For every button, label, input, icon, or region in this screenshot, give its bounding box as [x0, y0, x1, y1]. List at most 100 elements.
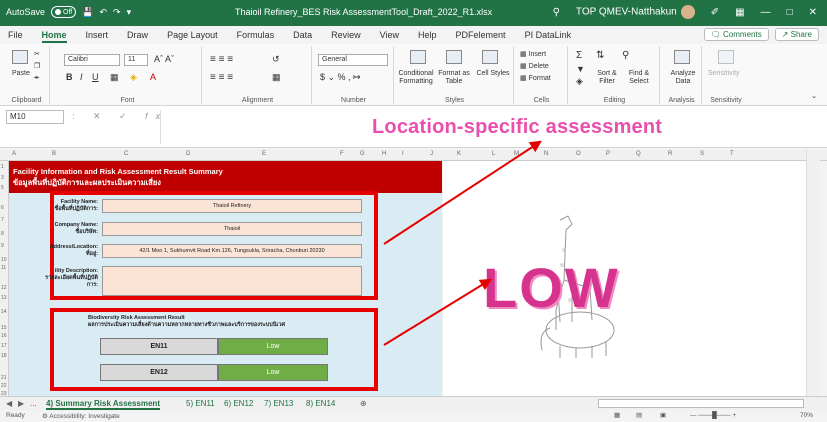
page-layout-icon[interactable]: ▤ [636, 411, 642, 419]
autosave-toggle[interactable]: Off [51, 6, 77, 18]
cell-styles-button[interactable]: Cell Styles [476, 70, 510, 78]
tab-home[interactable]: Home [41, 30, 67, 43]
copy-icon[interactable]: ❐ [34, 62, 40, 70]
tab-help[interactable]: Help [418, 30, 437, 43]
delete-cells-button[interactable]: ▦ Delete [520, 62, 549, 70]
column-header[interactable]: O [576, 151, 581, 157]
tab-page-layout[interactable]: Page Layout [167, 30, 218, 43]
paste-button[interactable]: Paste [12, 70, 30, 77]
conditional-formatting-button[interactable]: Conditional Formatting [398, 70, 434, 86]
sensitivity-button[interactable]: Sensitivity [708, 70, 740, 77]
close-icon[interactable]: ✕ [809, 7, 817, 18]
clear-icon[interactable]: ◈ [576, 76, 583, 87]
row-header[interactable]: 17 [1, 343, 7, 349]
tab-formulas[interactable]: Formulas [237, 30, 275, 43]
sheet-tab[interactable]: 4) Summary Risk Assessment [46, 399, 160, 410]
company-name-value[interactable]: Thaioil [102, 222, 362, 236]
prev-sheet-icon[interactable]: ◀ [6, 399, 12, 408]
row-header[interactable]: 16 [1, 333, 7, 339]
font-color-icon[interactable]: A [150, 72, 156, 82]
share-button[interactable]: ↗ Share [774, 28, 819, 41]
customize-icon[interactable]: ▾ [127, 7, 132, 18]
conditional-formatting-icon[interactable] [410, 50, 426, 64]
column-header[interactable]: Q [636, 151, 641, 157]
formula-icons[interactable]: : ✕ ✓ fx [72, 111, 168, 122]
find-select-icon[interactable]: ⚲ [622, 50, 629, 61]
paste-icon[interactable] [12, 50, 28, 64]
next-sheet-icon[interactable]: ▶ [18, 399, 24, 408]
font-size-box[interactable]: 11 [124, 54, 148, 66]
column-header[interactable]: R [668, 151, 672, 157]
row-header[interactable]: 12 [1, 285, 7, 291]
sensitivity-icon[interactable] [718, 50, 734, 64]
merge-icon[interactable]: ▦ [272, 72, 281, 83]
row-header[interactable]: 18 [1, 353, 7, 359]
cut-icon[interactable]: ✂ [34, 50, 40, 58]
restore-icon[interactable]: □ [787, 7, 793, 18]
row-header[interactable]: 8 [1, 231, 4, 237]
row-header[interactable]: 13 [1, 295, 7, 301]
minimize-icon[interactable]: — [761, 7, 771, 18]
sheet-tab[interactable]: 7) EN13 [264, 399, 293, 408]
sheet-tab[interactable]: 5) EN11 [186, 399, 215, 408]
search-icon[interactable]: ⚲ [553, 7, 560, 18]
column-header[interactable]: D [186, 151, 190, 157]
comments-button[interactable]: 🗨 Comments [703, 28, 769, 41]
currency-icon[interactable]: $ ⌄ % , ↦ [320, 72, 361, 83]
row-header[interactable]: 22 [1, 383, 7, 389]
tab-draw[interactable]: Draw [127, 30, 148, 43]
analyze-data-icon[interactable] [674, 50, 690, 64]
collapse-ribbon-icon[interactable]: ⌄ [811, 92, 817, 100]
page-break-icon[interactable]: ▣ [660, 411, 666, 419]
column-header[interactable]: F [340, 151, 344, 157]
name-box[interactable]: M10 [6, 110, 64, 124]
row-header[interactable]: 6 [1, 205, 4, 211]
undo-icon[interactable]: ↶ [99, 7, 107, 18]
underline-icon[interactable]: U [92, 72, 99, 82]
format-as-table-button[interactable]: Format as Table [436, 70, 472, 86]
tab-pi-datalink[interactable]: PI DataLink [525, 30, 572, 43]
tab-review[interactable]: Review [331, 30, 361, 43]
column-header[interactable]: I [402, 151, 404, 157]
horizontal-scrollbar[interactable] [598, 399, 804, 408]
column-header[interactable]: G [360, 151, 365, 157]
address-value[interactable]: 42/1 Moo 1, Sukhumvit Road Km.126, Tungs… [102, 244, 362, 258]
sheet-tab[interactable]: 8) EN14 [306, 399, 335, 408]
autosum-icon[interactable]: Σ [576, 50, 582, 61]
wrap-text-icon[interactable]: ↺ [272, 54, 280, 65]
column-header[interactable]: J [430, 151, 433, 157]
analyze-data-button[interactable]: Analyze Data [666, 70, 700, 86]
ribbon-display-icon[interactable]: ▦ [735, 7, 744, 18]
row-header[interactable]: 14 [1, 309, 7, 315]
tab-file[interactable]: File [8, 30, 23, 43]
column-header[interactable]: E [262, 151, 266, 157]
format-table-icon[interactable] [446, 50, 462, 64]
number-format-box[interactable]: General [318, 54, 388, 66]
normal-view-icon[interactable]: ▦ [614, 411, 620, 419]
tab-insert[interactable]: Insert [86, 30, 109, 43]
column-header[interactable]: L [492, 151, 495, 157]
cell-styles-icon[interactable] [482, 50, 498, 64]
borders-icon[interactable]: ▦ [110, 72, 119, 83]
find-select-button[interactable]: Find & Select [622, 70, 656, 86]
italic-icon[interactable]: I [80, 72, 83, 82]
bold-icon[interactable]: B [66, 72, 73, 82]
sort-filter-icon[interactable]: ⇅ [596, 50, 604, 61]
row-header[interactable]: 21 [1, 375, 7, 381]
font-name-box[interactable]: Calibri [64, 54, 120, 66]
column-header[interactable]: K [457, 151, 461, 157]
column-header[interactable]: B [52, 151, 56, 157]
format-painter-icon[interactable]: ✒ [34, 74, 40, 82]
column-header[interactable]: H [382, 151, 386, 157]
tab-pdfelement[interactable]: PDFelement [456, 30, 506, 43]
align-top-icons[interactable]: ≡ ≡ ≡ [210, 54, 233, 65]
sheet-tab[interactable]: ... [30, 399, 37, 408]
row-header[interactable]: 9 [1, 243, 4, 249]
fill-icon[interactable]: ▼ [576, 64, 585, 74]
column-header[interactable]: M [514, 151, 519, 157]
vertical-scrollbar[interactable] [806, 150, 820, 396]
pen-icon[interactable]: ✐ [711, 7, 719, 18]
row-header[interactable]: 7 [1, 217, 4, 223]
format-cells-button[interactable]: ▦ Format [520, 74, 551, 82]
column-header[interactable]: A [12, 151, 16, 157]
